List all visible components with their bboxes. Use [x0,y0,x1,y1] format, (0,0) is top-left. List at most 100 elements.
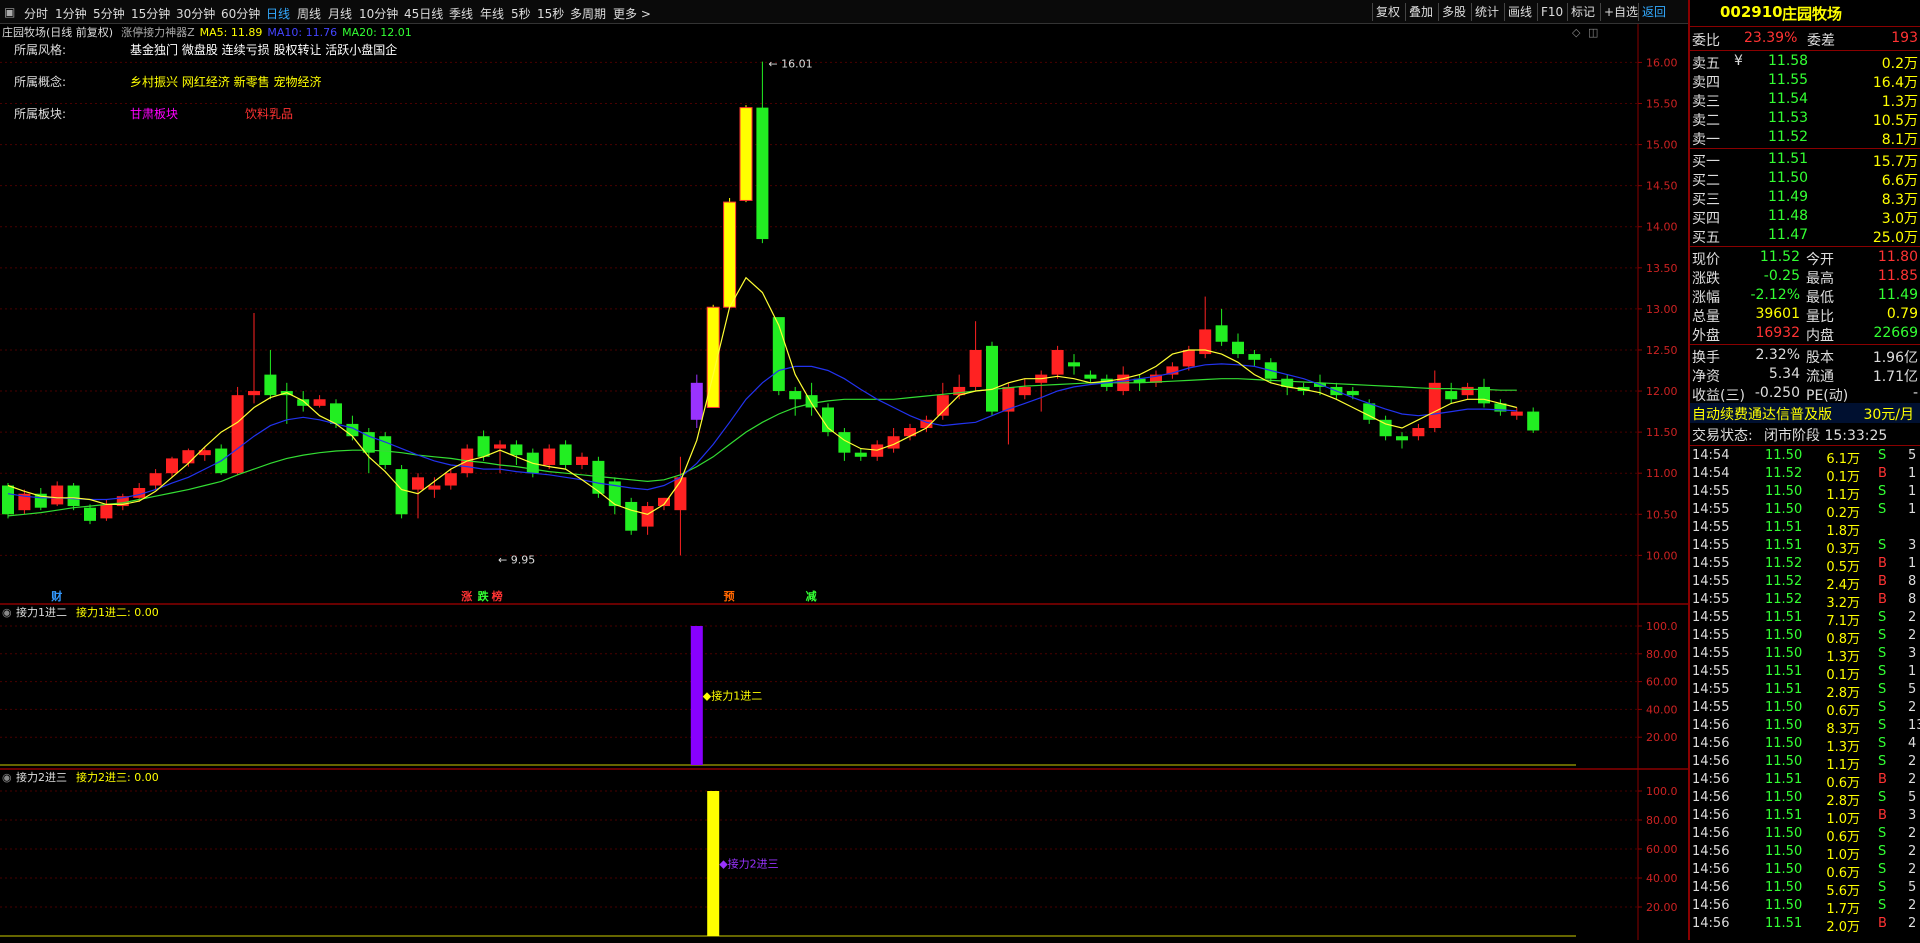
candle-body[interactable] [1461,386,1474,396]
period-tab[interactable]: 更多 > [613,5,651,22]
toolbar-button[interactable]: 标记 [1567,3,1598,21]
period-tab[interactable]: 30分钟 [176,5,215,22]
buy-level[interactable]: 买四 11.48 3.0万 [1690,207,1920,227]
buy-level[interactable]: 买三 11.49 8.3万 [1690,188,1920,208]
period-tab[interactable]: 10分钟 [359,5,398,22]
subpanel-icon[interactable]: ◉ [2,606,12,619]
candle-body[interactable] [100,504,113,519]
candle-body[interactable] [739,107,753,201]
buy-level[interactable]: 买五 11.47 25.0万 [1690,226,1920,246]
period-tab[interactable]: 15分钟 [131,5,170,22]
candle-body[interactable] [477,436,490,457]
toolbar-button[interactable]: 叠加 [1405,3,1436,21]
candle-body[interactable] [248,391,260,396]
signal-bar[interactable] [707,791,720,936]
sell-level[interactable]: 卖五 ¥11.58 0.2万 [1690,52,1920,72]
candle-body[interactable] [330,403,342,424]
candle-body[interactable] [149,473,162,486]
period-tab[interactable]: 45日线 [404,5,443,22]
candle-body[interactable] [772,317,785,392]
candle-body[interactable] [510,444,523,456]
candle-body[interactable] [1510,411,1523,416]
candle-body[interactable] [1084,374,1097,379]
candle-body[interactable] [936,395,949,416]
toolbar-button[interactable]: +自选 [1600,3,1641,21]
event-marker[interactable]: 财 [50,589,62,603]
candle-body[interactable] [428,485,441,490]
candle-body[interactable] [543,448,556,465]
window-icon[interactable]: ◫ [1588,26,1598,39]
candle-body[interactable] [723,201,737,308]
candle-body[interactable] [641,506,654,527]
sell-level[interactable]: 卖二 11.53 10.5万 [1690,109,1920,129]
candle-body[interactable] [313,399,326,406]
toolbar-button[interactable]: 复权 [1372,3,1403,21]
sell-level[interactable]: 卖一 11.52 8.1万 [1690,128,1920,148]
signal-bar[interactable] [690,626,703,765]
candle-body[interactable] [2,485,14,515]
promo-row[interactable]: 自动续费通达信普及版 30元/月 [1690,403,1920,423]
candle-body[interactable] [625,501,638,531]
candle-body[interactable] [51,485,64,505]
period-tab[interactable]: 年线 [480,5,504,22]
candle-body[interactable] [362,432,375,453]
candle-body[interactable] [969,349,982,387]
candle-body[interactable] [67,485,80,507]
candle-body[interactable] [1412,428,1425,437]
candle-body[interactable] [1428,382,1441,429]
period-tab[interactable]: 60分钟 [221,5,260,22]
candle-body[interactable] [1068,362,1080,367]
candle-body[interactable] [231,395,244,474]
candle-body[interactable] [756,107,769,240]
candle-body[interactable] [986,345,998,412]
candle-body[interactable] [559,444,572,465]
period-tab[interactable]: 5分钟 [93,5,125,22]
period-tab[interactable]: 15秒 [537,5,564,22]
toolbar-button[interactable]: 返回 [1638,3,1669,21]
event-marker[interactable]: 涨 [461,589,472,603]
sell-level[interactable]: 卖四 11.55 16.4万 [1690,71,1920,91]
candle-body[interactable] [395,469,408,515]
candle-body[interactable] [1445,391,1458,400]
candle-body[interactable] [166,458,178,474]
candle-body[interactable] [1182,349,1195,367]
candle-body[interactable] [444,473,457,486]
period-tab[interactable]: 多周期 [570,5,606,22]
info-value[interactable]: 饮料乳品 [245,107,293,121]
candle-body[interactable] [904,428,916,437]
period-tab[interactable]: 周线 [297,5,321,22]
buy-level[interactable]: 买二 11.50 6.6万 [1690,169,1920,189]
candle-body[interactable] [182,450,195,464]
period-tab[interactable]: 月线 [328,5,352,22]
candle-body[interactable] [264,374,277,396]
candle-body[interactable] [1018,386,1031,396]
event-marker[interactable]: 榜 [492,589,503,603]
collapse-icon[interactable]: ▣ [4,5,15,19]
event-marker[interactable]: 减 [806,589,817,603]
event-marker[interactable]: 预 [724,589,735,603]
event-marker[interactable]: 跌 [478,589,490,603]
candle-body[interactable] [576,456,588,465]
toolbar-button[interactable]: F10 [1537,3,1566,21]
candle-body[interactable] [1527,411,1540,431]
candle-body[interactable] [494,444,506,449]
candle-body[interactable] [1396,436,1408,441]
toolbar-button[interactable]: 统计 [1471,3,1502,21]
candle-body[interactable] [854,452,867,457]
info-value[interactable]: 甘肃板块 [130,107,178,121]
toolbar-button[interactable]: 画线 [1504,3,1535,21]
period-tab[interactable]: 分时 [24,5,48,22]
diamond-icon[interactable]: ◇ [1572,26,1581,39]
buy-level[interactable]: 买一 11.51 15.7万 [1690,150,1920,170]
sell-level[interactable]: 卖三 11.54 1.3万 [1690,90,1920,110]
candle-body[interactable] [1248,354,1261,360]
candle-body[interactable] [1346,391,1359,396]
candle-body[interactable] [789,391,802,400]
period-tab[interactable]: 季线 [449,5,473,22]
candle-body[interactable] [1232,341,1244,355]
info-value[interactable]: 基金独门 微盘股 连续亏损 股权转让 活跃小盘国企 [130,42,397,57]
candle-body[interactable] [690,382,703,420]
period-tab[interactable]: 5秒 [511,5,531,22]
subpanel-icon[interactable]: ◉ [2,771,12,784]
kline-chart-svg[interactable]: 16.00 15.50 15.00 14.50 14.00 13.50 13.00 12.50… [0,24,1688,940]
